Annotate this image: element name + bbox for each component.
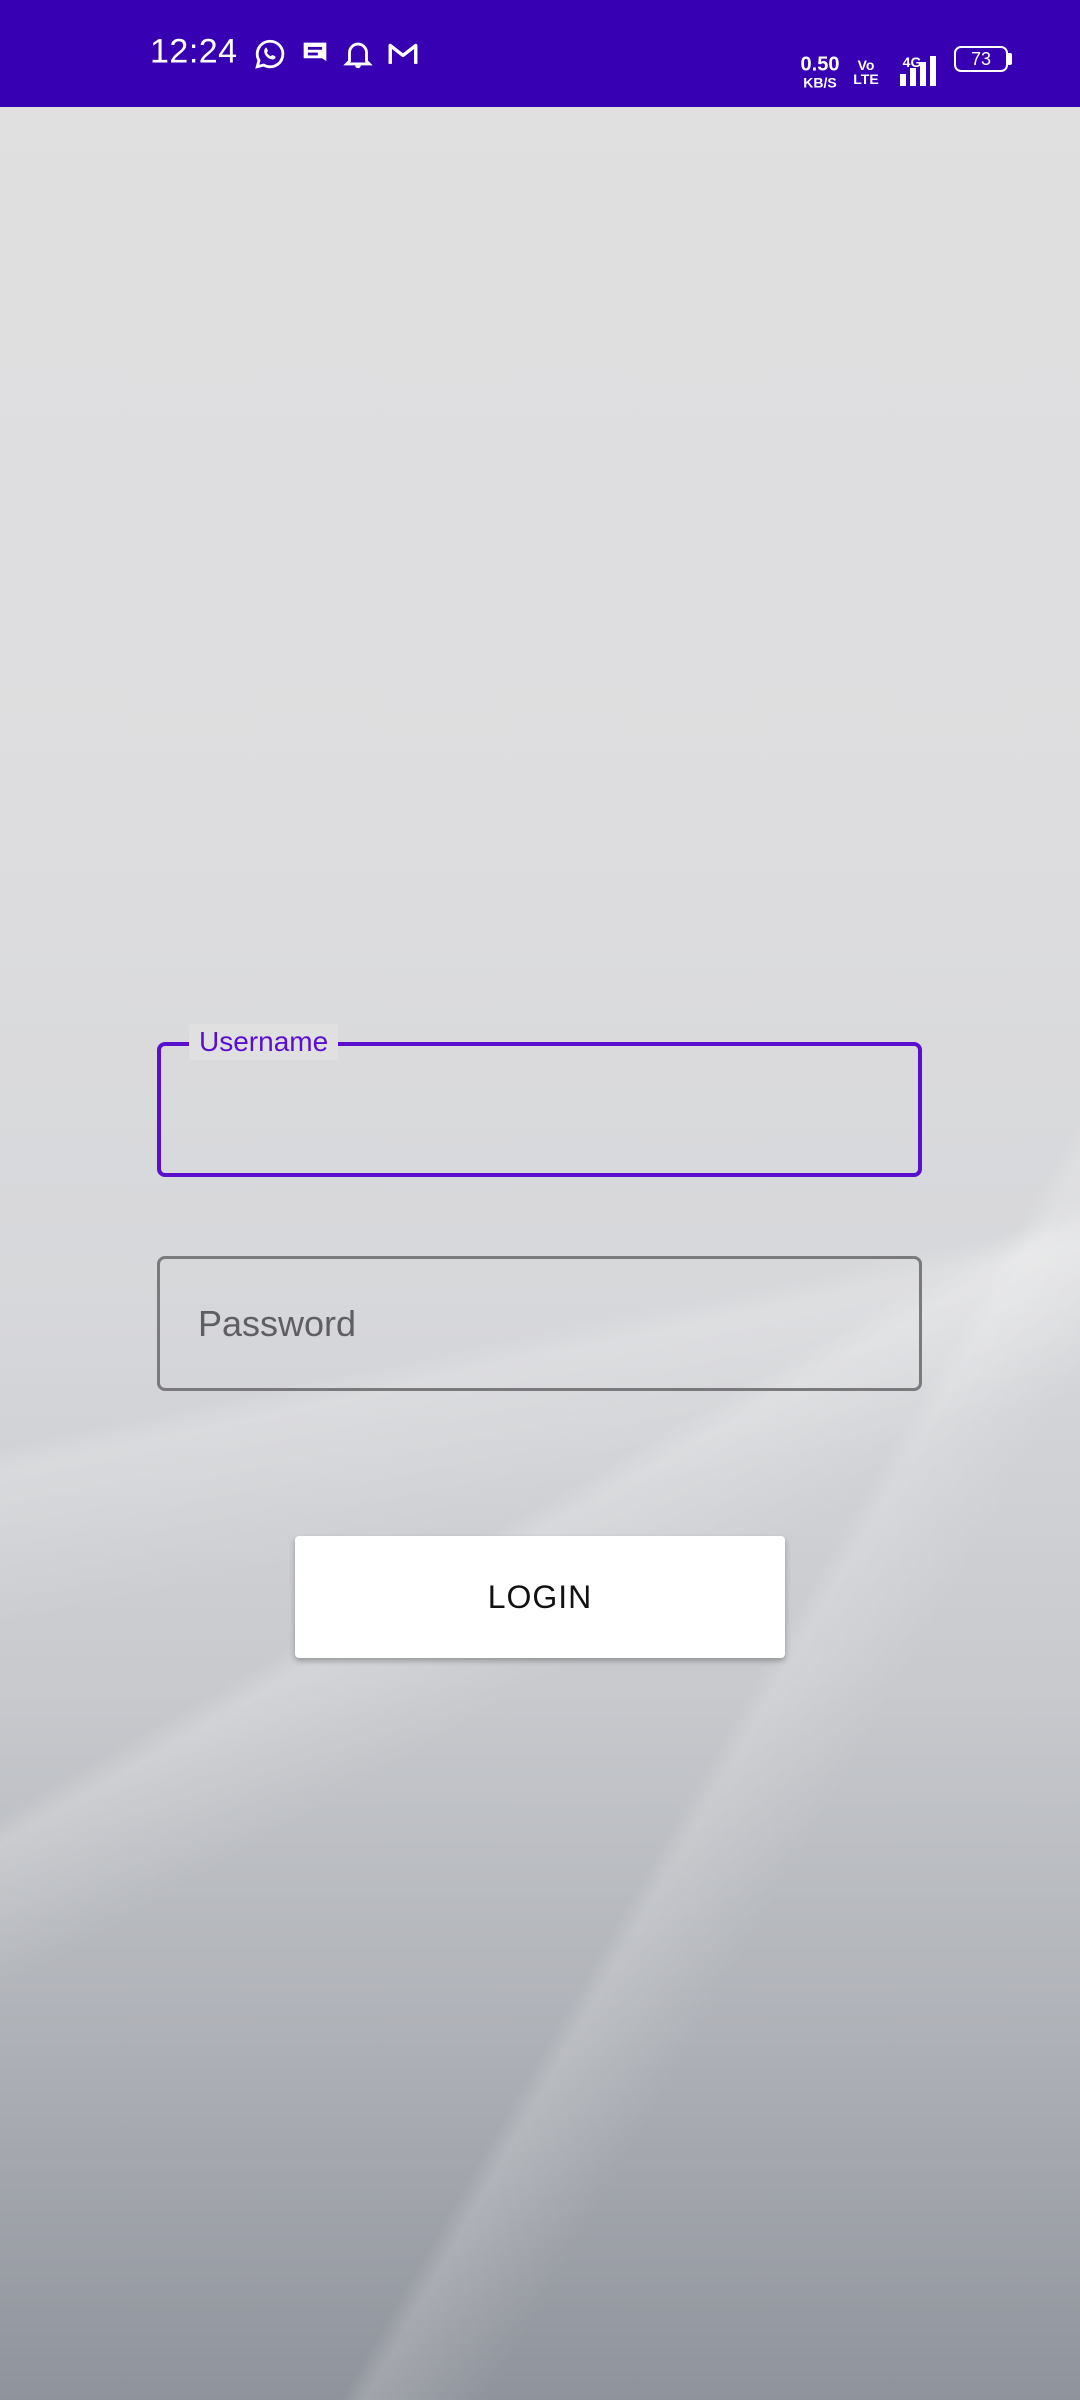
login-screen: 12:24 0.50 KB/S Vo LTE 4G 73 Username LO… [0, 0, 1080, 2400]
status-bar: 12:24 0.50 KB/S Vo LTE 4G 73 [0, 0, 1080, 107]
login-button[interactable]: LOGIN [295, 1536, 785, 1658]
network-speed-value: 0.50 [800, 53, 840, 76]
battery-icon: 73 [954, 46, 1008, 72]
battery-level: 73 [970, 49, 992, 69]
message-icon [298, 37, 332, 71]
signal-strength-icon [900, 56, 936, 86]
battery-tip [1008, 53, 1012, 65]
username-field[interactable]: Username [157, 1024, 922, 1177]
network-speed-unit: KB/S [803, 74, 837, 91]
status-time: 12:24 [150, 32, 238, 71]
whatsapp-icon [253, 37, 287, 71]
username-input[interactable] [161, 1046, 918, 1173]
password-input[interactable] [160, 1259, 919, 1388]
volte-indicator: Vo LTE [853, 58, 878, 86]
volte-bottom-label: LTE [853, 71, 879, 87]
password-field[interactable] [157, 1256, 922, 1391]
gmail-icon [386, 37, 420, 71]
network-speed: 0.50 KB/S [801, 55, 840, 90]
volte-top-label: Vo [857, 57, 875, 73]
bell-icon [341, 37, 375, 71]
